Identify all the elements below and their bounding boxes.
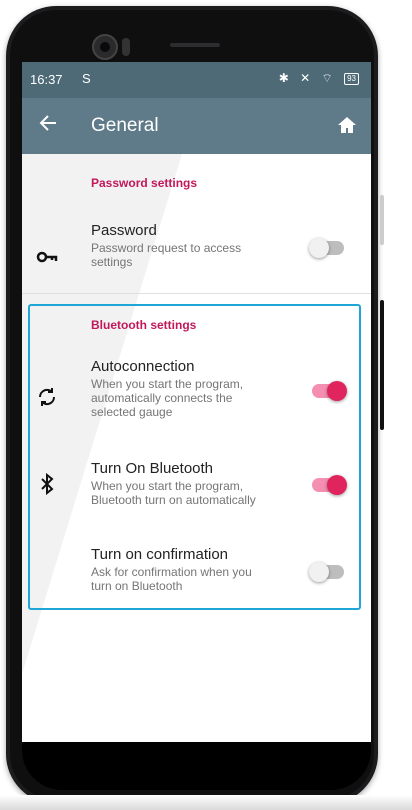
arrow-left-icon[interactable] xyxy=(38,113,58,137)
app-bar: General xyxy=(22,98,371,154)
setting-title: Password xyxy=(91,222,157,239)
home-icon[interactable] xyxy=(337,115,357,135)
section-header-password: Password settings xyxy=(91,176,198,190)
battery-icon: 93 xyxy=(344,72,359,85)
volume-button xyxy=(380,300,384,430)
password-toggle[interactable] xyxy=(309,238,344,258)
phone-chin xyxy=(22,742,371,790)
notification-icon: S xyxy=(82,71,91,86)
screen: 16:37 S ✱ ✕ ⌔ 93 General Password settin… xyxy=(22,62,371,742)
power-button xyxy=(380,195,384,245)
shadow xyxy=(0,795,412,810)
status-bar: 16:37 S ✱ ✕ ⌔ 93 xyxy=(22,62,371,98)
page-title: General xyxy=(91,115,159,136)
setting-subtitle: Password request to access settings xyxy=(91,241,242,269)
front-camera xyxy=(92,34,118,60)
earpiece-speaker xyxy=(170,43,220,47)
status-time: 16:37 xyxy=(30,72,63,87)
divider xyxy=(22,293,371,294)
bluetooth-section-highlight xyxy=(28,304,361,610)
proximity-sensor xyxy=(122,38,130,56)
status-icons-glyphs: ✱ ✕ ⌔ xyxy=(278,71,337,85)
key-icon xyxy=(36,246,58,268)
toggle-knob xyxy=(309,238,329,258)
status-icons: ✱ ✕ ⌔ 93 xyxy=(279,71,359,86)
